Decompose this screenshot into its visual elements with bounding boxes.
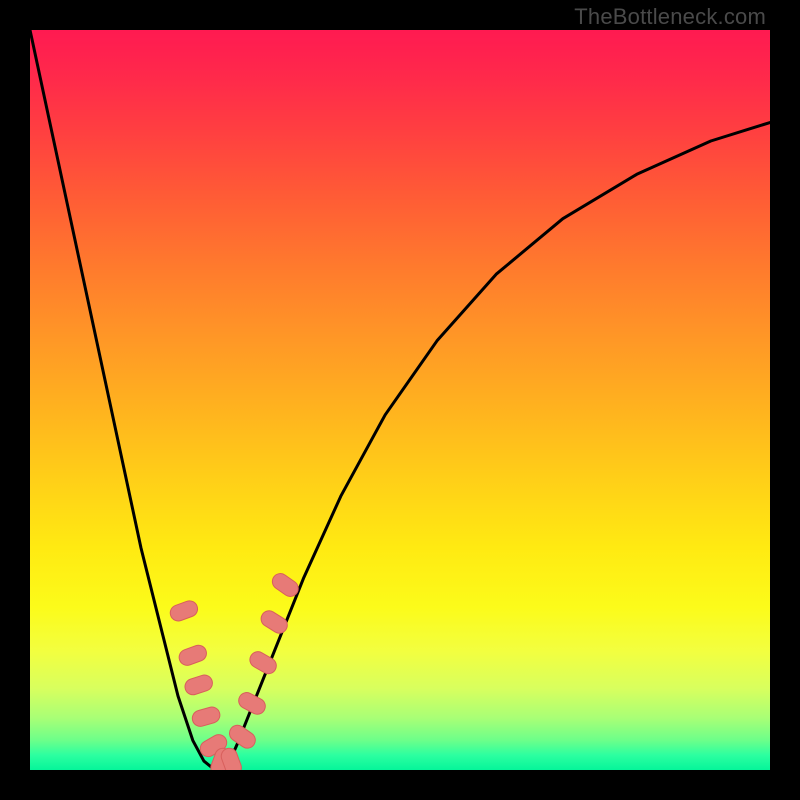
plot-area xyxy=(30,30,770,770)
background-gradient xyxy=(30,30,770,770)
attribution-text: TheBottleneck.com xyxy=(574,4,766,30)
chart-frame: TheBottleneck.com xyxy=(0,0,800,800)
